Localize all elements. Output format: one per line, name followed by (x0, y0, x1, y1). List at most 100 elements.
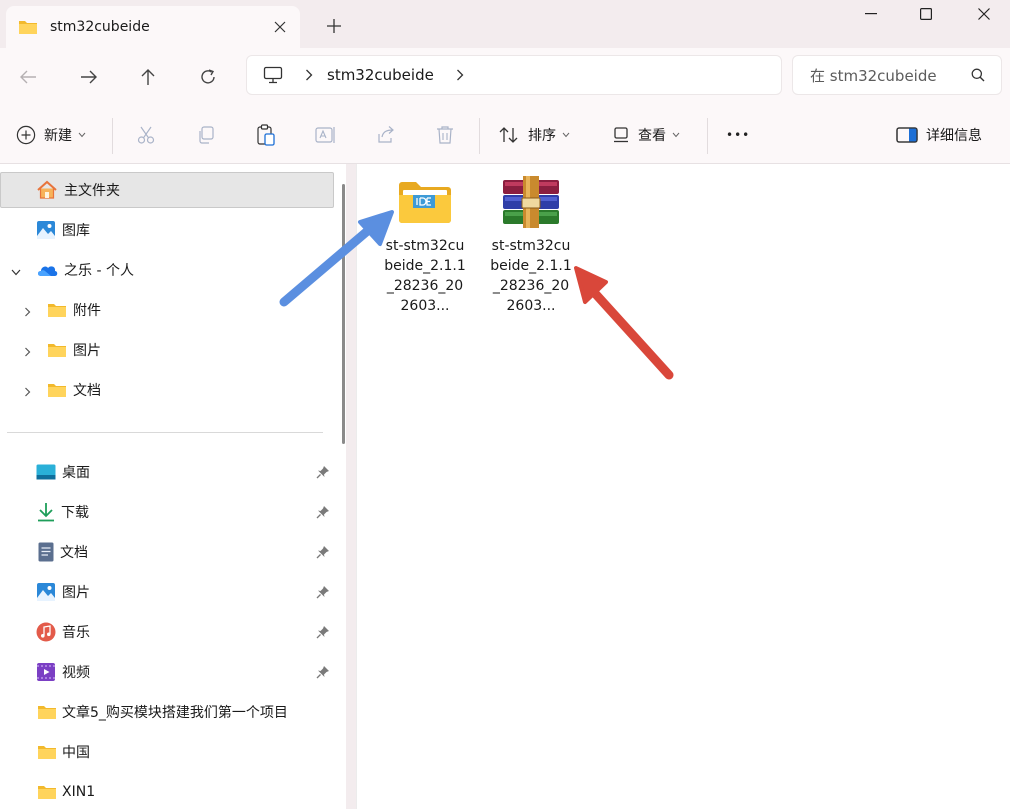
address-bar[interactable]: stm32cubeide (246, 55, 782, 95)
sidebar-item-onedrive[interactable]: 之乐 - 个人 (0, 252, 334, 288)
new-tab-button[interactable] (322, 14, 346, 38)
sidebar-item-label: 之乐 - 个人 (64, 263, 134, 279)
sidebar-scrollbar[interactable] (342, 184, 345, 444)
gallery-icon (36, 220, 56, 240)
more-options-icon: ••• (726, 128, 751, 142)
minimize-icon[interactable] (848, 0, 894, 28)
details-pane-icon (896, 127, 918, 143)
sidebar-item-attachments[interactable]: 附件 (0, 292, 334, 328)
sidebar-item-label: 文章5_购买模块搭建我们第一个项目 (62, 705, 288, 721)
navigation-pane: 主文件夹 图库 之乐 - 个人 附件 图片 文档 桌面 下载 文档 图片 音乐 … (0, 164, 346, 809)
sidebar-item-desktop[interactable]: 桌面 (0, 454, 334, 490)
cut-button[interactable] (136, 123, 156, 147)
sidebar-item-home[interactable]: 主文件夹 (0, 172, 334, 208)
sidebar-item-pictures-cloud[interactable]: 图片 (0, 332, 334, 368)
desktop-icon (36, 464, 56, 480)
cut-icon (136, 125, 156, 145)
more-button[interactable]: ••• (726, 123, 750, 147)
title-bar: stm32cubeide (0, 0, 1010, 48)
forward-button[interactable] (75, 63, 103, 91)
breadcrumb[interactable]: stm32cubeide (327, 66, 434, 84)
tab-title: stm32cubeide (50, 19, 150, 35)
download-icon (37, 502, 55, 522)
sidebar-item-label: XIN1 (62, 784, 96, 800)
up-button[interactable] (134, 63, 162, 91)
chevron-down-icon (562, 132, 570, 138)
ide-folder-icon (393, 174, 457, 230)
refresh-button[interactable] (194, 63, 222, 91)
toolbar-divider (112, 118, 113, 154)
music-icon (36, 622, 56, 642)
pin-icon[interactable] (316, 665, 330, 679)
trash-icon (436, 125, 454, 145)
file-item[interactable]: st-stm32cubeide_2.1.1_28236_202603... (490, 174, 572, 316)
file-name: st-stm32cubeide_2.1.1_28236_202603... (490, 238, 572, 314)
close-tab-icon[interactable] (270, 17, 290, 37)
delete-button[interactable] (436, 123, 454, 147)
maximize-icon[interactable] (903, 0, 949, 28)
close-icon[interactable] (961, 0, 1007, 28)
new-label: 新建 (44, 128, 72, 144)
command-bar: 新建 排序 查看 ••• 详细信息 (0, 106, 1010, 164)
sidebar-item-label: 中国 (62, 745, 90, 761)
sidebar-item-label: 音乐 (62, 625, 90, 641)
plus-circle-icon (16, 125, 36, 145)
folder-icon (47, 342, 67, 358)
sort-button[interactable]: 排序 (498, 123, 570, 147)
chevron-right-icon[interactable] (456, 69, 464, 81)
sidebar-item-documents-cloud[interactable]: 文档 (0, 372, 334, 408)
onedrive-cloud-icon (36, 262, 58, 278)
chevron-right-icon[interactable] (305, 69, 313, 81)
sort-label: 排序 (528, 128, 556, 144)
copy-button[interactable] (196, 123, 216, 147)
pin-icon[interactable] (316, 545, 330, 559)
sidebar-item-label: 视频 (62, 665, 90, 681)
sidebar-item-folder-article5[interactable]: 文章5_购买模块搭建我们第一个项目 (0, 694, 334, 730)
file-name: st-stm32cubeide_2.1.1_28236_202603... (384, 238, 466, 314)
sidebar-item-documents[interactable]: 文档 (0, 534, 334, 570)
details-button[interactable]: 详细信息 (896, 123, 982, 147)
file-item[interactable]: st-stm32cubeide_2.1.1_28236_202603... (384, 174, 466, 316)
toolbar-divider (707, 118, 708, 154)
share-icon (376, 125, 396, 145)
sort-icon (498, 126, 520, 144)
this-pc-icon[interactable] (263, 66, 283, 84)
sidebar-item-pictures[interactable]: 图片 (0, 574, 334, 610)
view-icon (612, 126, 630, 144)
sidebar-item-label: 桌面 (62, 465, 90, 481)
sidebar-item-label: 下载 (61, 505, 89, 521)
sidebar-item-music[interactable]: 音乐 (0, 614, 334, 650)
sidebar-item-label: 文档 (60, 545, 88, 561)
folder-icon (37, 704, 57, 720)
sidebar-item-label: 图片 (62, 585, 90, 601)
sidebar-divider (7, 432, 323, 433)
rename-button[interactable] (315, 123, 337, 147)
chevron-down-icon (78, 132, 86, 138)
search-icon (971, 68, 985, 82)
pin-icon[interactable] (316, 505, 330, 519)
view-label: 查看 (638, 128, 666, 144)
sidebar-item-videos[interactable]: 视频 (0, 654, 334, 690)
view-button[interactable]: 查看 (612, 123, 680, 147)
folder-icon (18, 19, 38, 35)
pin-icon[interactable] (316, 585, 330, 599)
pin-icon[interactable] (316, 465, 330, 479)
copy-icon (196, 125, 216, 145)
tab-stm32cubeide[interactable]: stm32cubeide (6, 6, 300, 48)
home-icon (36, 180, 58, 200)
video-icon (36, 662, 56, 682)
sidebar-item-label: 附件 (73, 303, 101, 319)
back-button[interactable] (14, 63, 42, 91)
winrar-archive-icon (499, 174, 563, 230)
sidebar-item-label: 主文件夹 (64, 183, 120, 199)
sidebar-item-gallery[interactable]: 图库 (0, 212, 334, 248)
sidebar-item-label: 图片 (73, 343, 101, 359)
share-button[interactable] (376, 123, 396, 147)
sidebar-item-folder-china[interactable]: 中国 (0, 734, 334, 770)
paste-button[interactable] (256, 123, 276, 147)
pin-icon[interactable] (316, 625, 330, 639)
sidebar-item-downloads[interactable]: 下载 (0, 494, 334, 530)
search-input[interactable]: 在 stm32cubeide (792, 55, 1002, 95)
new-button[interactable]: 新建 (16, 123, 86, 147)
sidebar-item-folder-xin1[interactable]: XIN1 (0, 774, 334, 809)
